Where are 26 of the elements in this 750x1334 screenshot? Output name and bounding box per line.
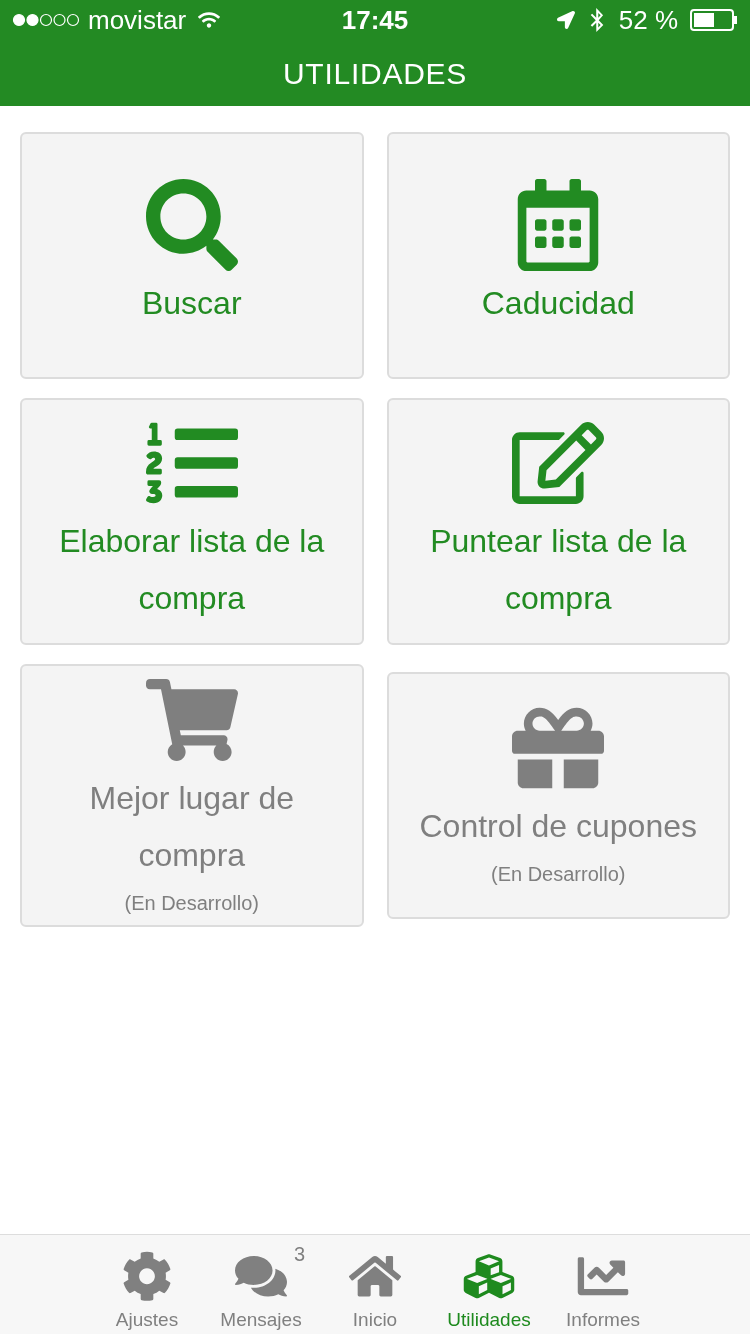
tile-note: (En Desarrollo) (124, 890, 259, 916)
tile-title: Puntear lista de la compra (429, 521, 688, 618)
tile-title: Caducidad (481, 284, 635, 323)
tile-title: Elaborar lista de la compra (58, 521, 326, 618)
settings-icon (121, 1251, 173, 1302)
screen-title: UTILIDADES (282, 55, 468, 92)
utility-tile[interactable]: Puntear lista de la compra (386, 398, 730, 645)
tile-title: Control de cupones (419, 807, 697, 846)
message-count: 3 (293, 1242, 305, 1267)
utility-tile[interactable]: Elaborar lista de la compra (20, 398, 364, 645)
battery-percent: 52 % (618, 3, 678, 37)
tab-item[interactable]: Ajustes (99, 1251, 195, 1334)
tab-item[interactable]: Informes (555, 1251, 651, 1334)
tab-item[interactable]: Inicio (327, 1251, 423, 1334)
location-icon (556, 11, 575, 29)
tile-title: Mejor lugar de compra (88, 778, 295, 875)
status-time: 17:45 (341, 3, 409, 37)
utility-tile[interactable]: Caducidad (386, 132, 730, 379)
search-icon (145, 179, 238, 271)
battery-icon (690, 9, 738, 31)
tile-title: Buscar (141, 284, 242, 323)
utility-tile[interactable]: Buscar (20, 132, 364, 379)
carrier-name: movistar (88, 3, 187, 37)
tab-item[interactable]: Utilidades (441, 1251, 537, 1334)
signal-icon (12, 13, 80, 27)
tile-note: (En Desarrollo) (491, 862, 626, 887)
